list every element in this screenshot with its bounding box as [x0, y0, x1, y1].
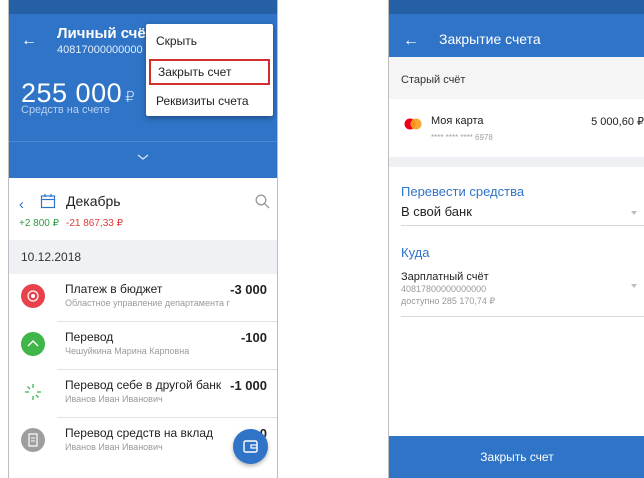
field-underline — [401, 316, 644, 317]
balance-currency: ₽ — [125, 89, 136, 106]
chevron-left-icon[interactable]: ‹ — [19, 196, 24, 213]
month-expense: -21 867,33 ₽ — [66, 218, 123, 229]
budget-payment-icon — [21, 284, 45, 308]
wallet-icon — [243, 440, 258, 453]
search-icon[interactable] — [255, 194, 270, 209]
close-account-header — [389, 0, 644, 57]
account-title: Личный счёт — [57, 25, 154, 42]
loading-spinner-icon — [21, 380, 45, 404]
month-name: Декабрь — [66, 193, 121, 209]
page-title: Закрытие счета — [439, 31, 541, 47]
card-balance: 5 000,60 ₽ — [591, 116, 644, 128]
transaction-amount: -1 000 — [230, 378, 267, 393]
back-arrow-icon[interactable]: ← — [403, 33, 419, 49]
transaction-title: Перевод себе в другой банк — [65, 378, 222, 392]
card-name: Моя карта — [431, 115, 484, 127]
wallet-fab-button[interactable] — [233, 429, 268, 464]
menu-item-account-details[interactable]: Реквизиты счета — [146, 88, 273, 114]
menu-item-hide[interactable]: Скрыть — [146, 28, 273, 54]
transaction-subtitle: Иванов Иван Иванович — [65, 442, 163, 452]
balance-label: Средств на счете — [21, 104, 110, 116]
transfer-icon — [21, 332, 45, 356]
transaction-subtitle: Иванов Иван Иванович — [65, 394, 163, 404]
account-context-menu: Скрыть Закрыть счет Реквизиты счета — [146, 24, 273, 116]
transaction-subtitle: Чешуйкина Марина Карповна — [65, 346, 190, 356]
card-number-mask: **** **** **** 6978 — [431, 133, 493, 142]
calendar-icon[interactable] — [40, 193, 56, 209]
chevron-down-icon[interactable] — [137, 151, 149, 163]
transaction-amount: -3 000 — [230, 282, 267, 297]
card-row[interactable] — [389, 99, 644, 157]
transaction-title: Платеж в бюджет — [65, 282, 163, 296]
section-divider — [389, 157, 644, 167]
transaction-row[interactable]: Перевод себе в другой банк Иванов Иван И… — [9, 370, 277, 418]
field-underline — [401, 225, 644, 226]
transaction-row[interactable]: Перевод Чешуйкина Марина Карповна -100 — [9, 322, 277, 370]
transfer-select[interactable]: В свой банк — [401, 204, 472, 219]
close-account-screen: ← Закрытие счета Старый счёт Моя карта *… — [388, 0, 644, 478]
header-divider — [9, 141, 277, 142]
close-account-button[interactable]: Закрыть счет — [389, 436, 644, 478]
old-account-label: Старый счёт — [401, 74, 466, 86]
transaction-title: Перевод — [65, 330, 114, 344]
status-bar — [389, 0, 644, 14]
date-label: 10.12.2018 — [21, 250, 82, 264]
destination-account-number: 40817800000000000 — [401, 284, 487, 294]
destination-account-title[interactable]: Зарплатный счёт — [401, 271, 489, 283]
account-screen: ← Личный счёт 40817000000000 255 000 ₽ Ср… — [8, 0, 278, 478]
transaction-row[interactable]: Платеж в бюджет Областное управление деп… — [9, 274, 277, 322]
transaction-subtitle: Областное управление департамента г — [65, 298, 230, 308]
menu-item-close-account[interactable]: Закрыть счет — [149, 59, 270, 85]
account-number: 40817000000000 — [57, 44, 143, 56]
destination-label: Куда — [401, 245, 430, 260]
dropdown-arrow-icon[interactable] — [631, 284, 637, 288]
transaction-amount: -100 — [240, 330, 267, 345]
mastercard-icon — [404, 118, 422, 130]
transfer-label: Перевести средства — [401, 184, 525, 199]
dropdown-arrow-icon[interactable] — [631, 211, 637, 215]
deposit-icon — [21, 428, 45, 452]
transaction-title: Перевод средств на вклад — [65, 426, 213, 440]
status-bar — [9, 0, 277, 14]
back-arrow-icon[interactable]: ← — [21, 33, 37, 49]
destination-available: доступно 285 170,74 ₽ — [401, 296, 496, 306]
month-income: +2 800 ₽ — [19, 218, 60, 229]
